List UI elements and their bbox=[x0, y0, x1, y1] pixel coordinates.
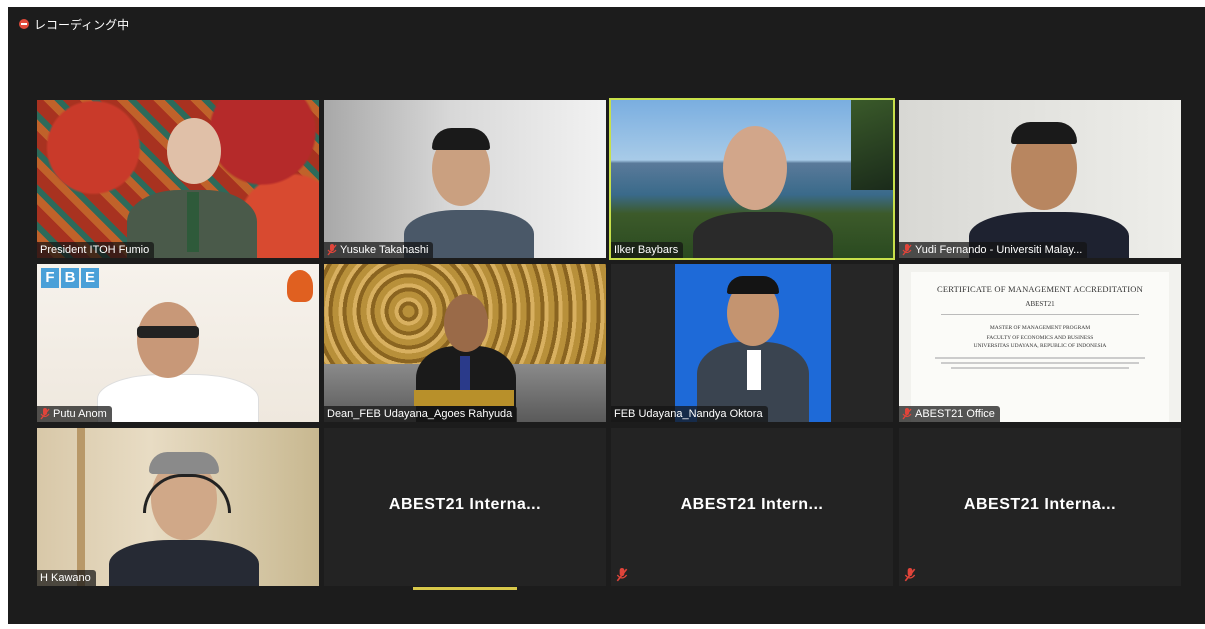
participant-video bbox=[899, 100, 1181, 258]
participant-name-label: Yusuke Takahashi bbox=[324, 242, 434, 258]
participant-name-label: FEB Udayana_Nandya Oktora bbox=[611, 406, 768, 422]
participant-video bbox=[37, 100, 319, 258]
video-tile-1[interactable]: President ITOH Fumio bbox=[37, 100, 319, 258]
participant-name-label: H Kawano bbox=[37, 570, 96, 586]
muted-mic-icon bbox=[40, 408, 50, 420]
participant-video bbox=[37, 428, 319, 586]
muted-mic-icon bbox=[902, 244, 912, 256]
participant-display-name: ABEST21 Interna... bbox=[388, 496, 542, 513]
accreditation-certificate: CERTIFICATE OF MANAGEMENT ACCREDITATION … bbox=[911, 272, 1169, 422]
participant-display-name: ABEST21 Intern... bbox=[680, 496, 824, 513]
participant-name: President ITOH Fumio bbox=[40, 244, 150, 256]
recording-icon bbox=[19, 19, 29, 29]
participant-video bbox=[611, 264, 893, 422]
participant-name-label: Yudi Fernando - Universiti Malay... bbox=[899, 242, 1088, 258]
participant-name-label: Putu Anom bbox=[37, 406, 112, 422]
video-tile-8[interactable]: CERTIFICATE OF MANAGEMENT ACCREDITATION … bbox=[899, 264, 1181, 422]
participant-name-label: Dean_FEB Udayana_Agoes Rahyuda bbox=[324, 406, 518, 422]
video-tile-6[interactable]: Dean_FEB Udayana_Agoes Rahyuda bbox=[324, 264, 606, 422]
participant-name: Putu Anom bbox=[53, 408, 107, 420]
participant-name-label: Ilker Baybars bbox=[611, 242, 684, 258]
certificate-title: CERTIFICATE OF MANAGEMENT ACCREDITATION bbox=[937, 284, 1143, 294]
video-tile-10-video-off[interactable]: ABEST21 Interna... bbox=[324, 428, 606, 586]
meeting-window: レコーディング中 President ITOH Fumio Yusuke Tak… bbox=[8, 7, 1205, 624]
participant-name: Ilker Baybars bbox=[614, 244, 679, 256]
recording-indicator[interactable]: レコーディング中 bbox=[19, 16, 129, 32]
participant-video bbox=[611, 100, 893, 258]
participant-name-label: ABEST21 Office bbox=[899, 406, 1000, 422]
certificate-org: ABEST21 bbox=[1025, 300, 1055, 308]
participant-name: Yudi Fernando - Universiti Malay... bbox=[915, 244, 1083, 256]
video-tile-5[interactable]: F B E Putu Anom bbox=[37, 264, 319, 422]
university-emblem-icon bbox=[287, 270, 313, 302]
participant-video: F B E bbox=[37, 264, 319, 422]
video-tile-3-active-speaker[interactable]: Ilker Baybars bbox=[609, 98, 895, 260]
video-tile-12-video-off[interactable]: ABEST21 Interna... bbox=[899, 428, 1181, 586]
active-tile-indicator bbox=[413, 587, 517, 590]
participant-name-label: President ITOH Fumio bbox=[37, 242, 155, 258]
video-tile-11-video-off[interactable]: ABEST21 Intern... bbox=[611, 428, 893, 586]
participant-name: H Kawano bbox=[40, 572, 91, 584]
participant-name: Dean_FEB Udayana_Agoes Rahyuda bbox=[327, 408, 513, 420]
muted-mic-icon bbox=[616, 568, 628, 582]
participant-name: Yusuke Takahashi bbox=[340, 244, 429, 256]
certificate-program: MASTER OF MANAGEMENT PROGRAM bbox=[989, 325, 1091, 331]
certificate-faculty: FACULTY OF ECONOMICS AND BUSINESS bbox=[986, 335, 1094, 341]
video-tile-7[interactable]: FEB Udayana_Nandya Oktora bbox=[611, 264, 893, 422]
muted-mic-icon bbox=[902, 408, 912, 420]
video-tile-2[interactable]: Yusuke Takahashi bbox=[324, 100, 606, 258]
recording-label: レコーディング中 bbox=[34, 17, 130, 32]
participant-video bbox=[324, 264, 606, 422]
video-tile-9[interactable]: H Kawano bbox=[37, 428, 319, 586]
fbe-logo: F B E bbox=[41, 268, 99, 288]
certificate-university: UNIVERSITAS UDAYANA, REPUBLIC OF INDONES… bbox=[973, 343, 1107, 349]
muted-mic-icon bbox=[327, 244, 337, 256]
participant-video bbox=[324, 100, 606, 258]
muted-mic-icon bbox=[904, 568, 916, 582]
video-tile-4[interactable]: Yudi Fernando - Universiti Malay... bbox=[899, 100, 1181, 258]
participant-video: CERTIFICATE OF MANAGEMENT ACCREDITATION … bbox=[899, 264, 1181, 422]
participant-display-name: ABEST21 Interna... bbox=[963, 496, 1117, 513]
participant-name: ABEST21 Office bbox=[915, 408, 995, 420]
participant-name: FEB Udayana_Nandya Oktora bbox=[614, 408, 763, 420]
